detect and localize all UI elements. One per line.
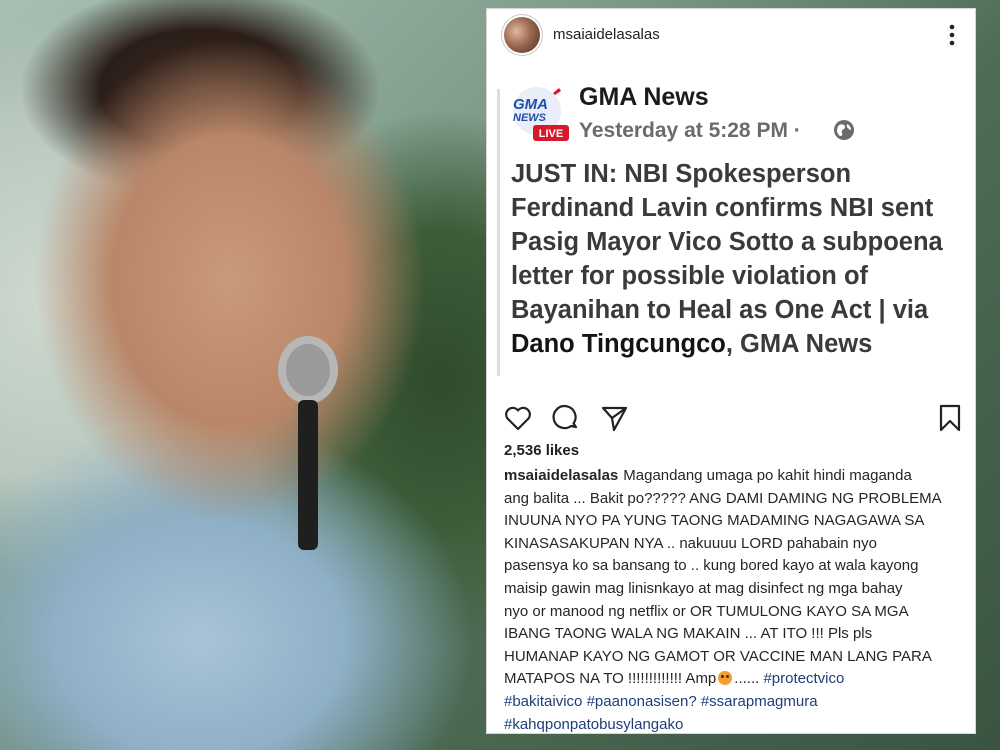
- comment-icon[interactable]: [551, 403, 581, 433]
- gma-news-logo: GMA NEWS LIVE: [513, 87, 569, 141]
- post-actions: [487, 397, 975, 441]
- gma-logo-text: GMA: [513, 96, 548, 113]
- more-options-icon[interactable]: [947, 23, 957, 47]
- live-badge-text: LIVE: [539, 128, 563, 140]
- quote-border: [497, 89, 500, 376]
- hashtag-link[interactable]: #ssarapmagmura: [701, 693, 818, 710]
- post-caption: msaiaidelasalas Magandang umaga po kahit …: [504, 467, 942, 733]
- like-heart-icon[interactable]: [503, 403, 533, 433]
- globe-icon: [834, 120, 854, 140]
- hashtag-link[interactable]: #protectvico: [763, 670, 844, 687]
- hashtag-link[interactable]: #bakitaivico: [504, 693, 582, 710]
- likes-count[interactable]: 2,536 likes: [504, 442, 579, 459]
- source-name: GMA News: [579, 83, 709, 111]
- news-logo-text: NEWS: [513, 112, 547, 124]
- hashtag-link[interactable]: #kahqponpatobusylangako: [504, 716, 683, 733]
- bookmark-icon[interactable]: [935, 403, 965, 433]
- post-timestamp: Yesterday at 5:28 PM ·: [579, 119, 801, 142]
- caption-username[interactable]: msaiaidelasalas: [504, 467, 618, 484]
- post-username[interactable]: msaiaidelasalas: [553, 26, 660, 43]
- news-headline: JUST IN: NBI Spokesperson Ferdinand Lavi…: [511, 160, 943, 358]
- user-avatar[interactable]: [504, 17, 540, 53]
- share-send-icon[interactable]: [599, 403, 629, 433]
- microphone-illustration: [278, 336, 338, 550]
- hashtag-link[interactable]: #paanonasisen?: [587, 693, 697, 710]
- angry-face-emoji-icon: [718, 671, 733, 686]
- instagram-post-card: msaiaidelasalas GMA NEWS LIVE GMA News Y…: [486, 8, 976, 734]
- post-header: msaiaidelasalas: [487, 9, 975, 59]
